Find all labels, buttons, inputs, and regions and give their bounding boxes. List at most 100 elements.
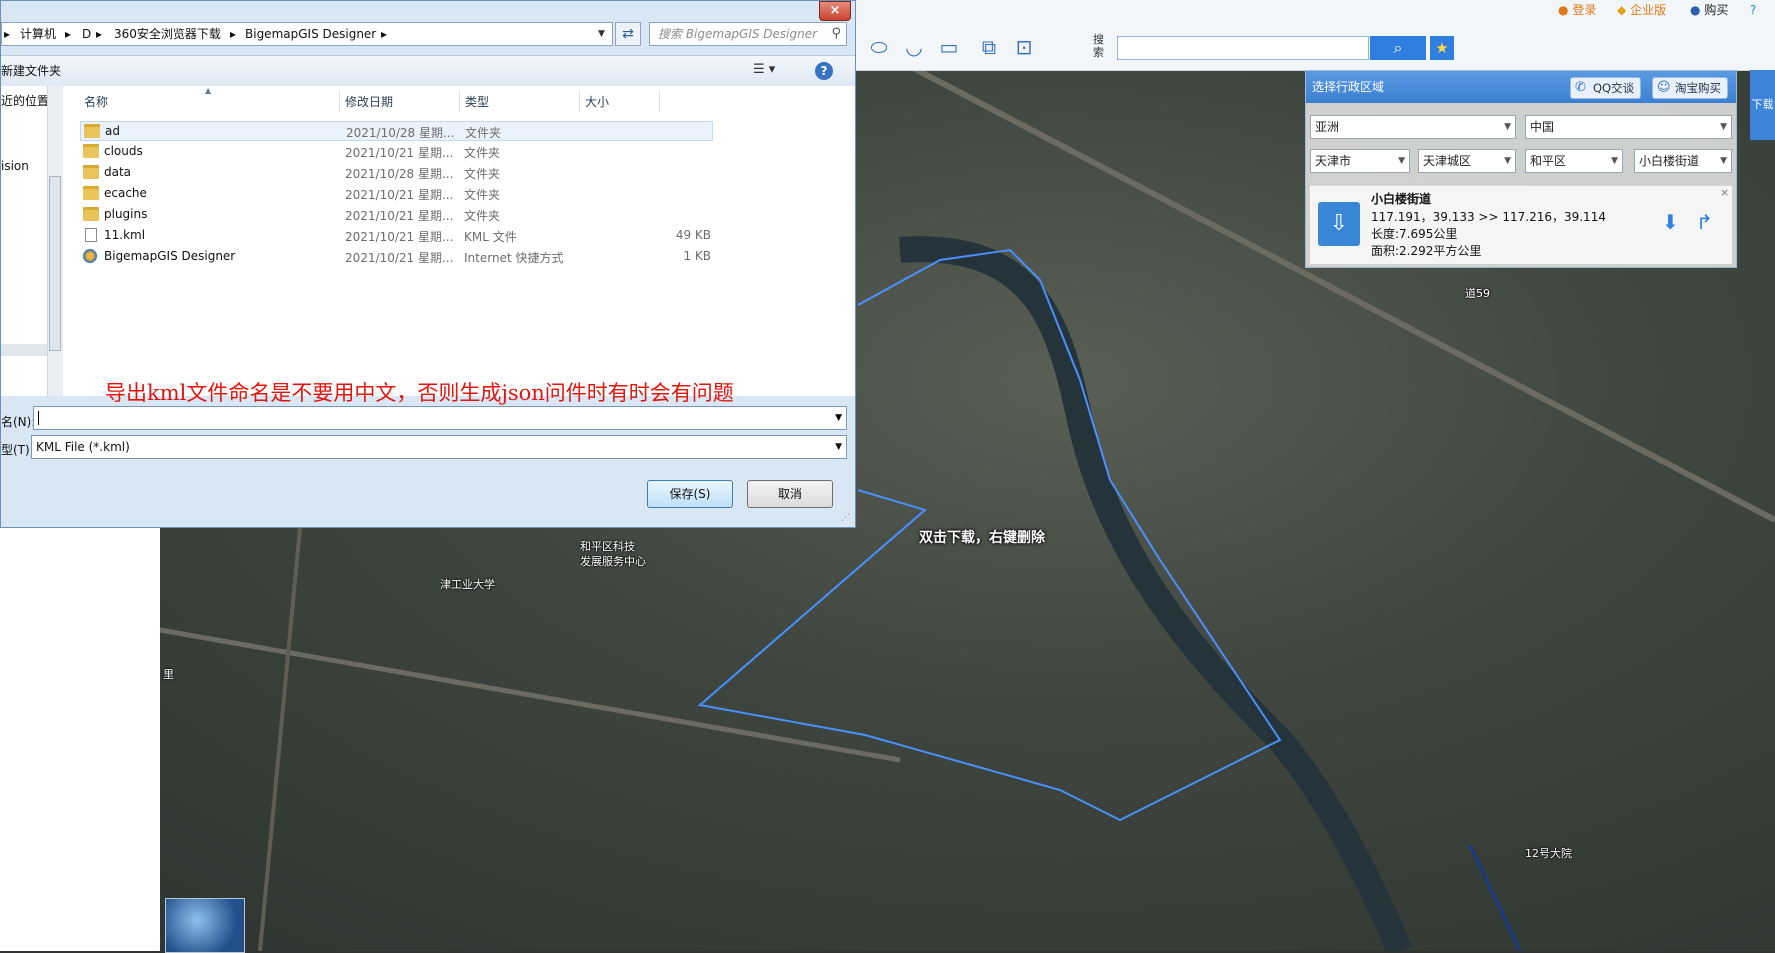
region-area: 面积:2.292平方公里 xyxy=(1371,244,1482,258)
chevron-down-icon: ▼ xyxy=(1720,156,1727,166)
region-name: 小白楼街道 xyxy=(1371,192,1432,206)
column-divider[interactable] xyxy=(339,90,340,112)
help-icon[interactable]: ? xyxy=(815,62,833,80)
dialog-toolbar: 新建文件夹 ☰ ▾ ? xyxy=(1,55,855,87)
draw-ellipse-icon[interactable]: ⬭ xyxy=(865,34,893,60)
country-value: 中国 xyxy=(1530,120,1555,134)
file-row[interactable]: clouds 2021/10/21 星期... 文件夹 xyxy=(80,142,713,162)
district-group-value: 天津城区 xyxy=(1423,154,1472,168)
draw-rectangle-icon[interactable]: ▭ xyxy=(935,34,963,60)
resize-grip[interactable]: ⋰ xyxy=(841,513,850,523)
view-options-icon[interactable]: ☰ ▾ xyxy=(753,62,775,77)
enterprise-link[interactable]: ◆ 企业版 xyxy=(1617,1,1666,19)
login-link[interactable]: ● 登录 xyxy=(1558,1,1596,19)
city-select[interactable]: 天津市 ▼ xyxy=(1310,149,1410,173)
map-label: 津工业大学 xyxy=(440,578,495,591)
continent-value: 亚洲 xyxy=(1315,120,1340,134)
file-row[interactable]: data 2021/10/28 星期... 文件夹 xyxy=(80,163,713,183)
breadcrumb-item[interactable]: 计算机 xyxy=(20,23,56,45)
file-date: 2021/10/21 星期... xyxy=(345,230,454,244)
filename-label: 名(N): xyxy=(1,415,36,429)
folder-icon xyxy=(83,186,99,200)
taobao-buy-button[interactable]: ☺ 淘宝购买 xyxy=(1652,77,1728,99)
help-icon[interactable]: ? xyxy=(1750,1,1756,19)
nav-scrollbar-thumb[interactable] xyxy=(49,176,61,351)
download-side-tab[interactable]: 下载 xyxy=(1750,70,1775,140)
file-row[interactable]: plugins 2021/10/21 星期... 文件夹 xyxy=(80,205,713,225)
refresh-button[interactable]: ⇄ xyxy=(615,22,641,46)
file-name: ad xyxy=(105,124,120,138)
breadcrumb-separator: ▸ xyxy=(230,27,237,41)
cancel-button[interactable]: 取消 xyxy=(747,480,833,508)
navigation-pane: 近的位置 ision xyxy=(1,86,49,396)
file-row[interactable]: ecache 2021/10/21 星期... 文件夹 xyxy=(80,184,713,204)
file-name: BigemapGIS Designer xyxy=(104,249,236,263)
column-divider[interactable] xyxy=(579,90,580,112)
map-label: 发展服务中心 xyxy=(580,555,646,568)
nav-item-recent[interactable]: 近的位置 xyxy=(1,92,49,109)
column-divider[interactable] xyxy=(459,90,460,112)
address-bar[interactable]: ▸ 计算机 ▸ D ▸ 360安全浏览器下载 ▸ BigemapGIS Desi… xyxy=(1,22,613,46)
buy-link[interactable]: ● 购买 xyxy=(1690,1,1728,19)
file-row[interactable]: 11.kml 2021/10/21 星期... KML 文件 49 KB xyxy=(80,226,713,246)
column-header-type[interactable]: 类型 xyxy=(465,93,489,110)
column-header-date[interactable]: 修改日期 xyxy=(345,93,393,110)
admin-panel-header: 选择行政区域 ✆ QQ交谈 ☺ 淘宝购买 xyxy=(1306,71,1736,103)
filename-input[interactable]: ▼ xyxy=(33,406,847,430)
file-date: 2021/10/28 星期... xyxy=(345,167,454,181)
download-folder-icon[interactable]: ⇩ xyxy=(1318,202,1360,246)
search-button[interactable]: ⌕ xyxy=(1370,36,1426,60)
country-select[interactable]: 中国 ▼ xyxy=(1525,115,1732,139)
left-panel-blank xyxy=(0,528,160,951)
qq-chat-button[interactable]: ✆ QQ交谈 xyxy=(1570,77,1642,99)
chevron-down-icon[interactable]: ▼ xyxy=(835,407,842,429)
folder-search-input[interactable]: 搜索 BigemapGIS Designer ⚲ xyxy=(649,22,847,46)
globe-3d-thumbnail[interactable] xyxy=(165,898,245,953)
map-label: 和平区科技 xyxy=(580,540,635,553)
shortcut-icon xyxy=(83,249,97,263)
file-date: 2021/10/21 星期... xyxy=(345,146,454,160)
nav-item-partial[interactable]: ision xyxy=(1,159,29,173)
continent-select[interactable]: 亚洲 ▼ xyxy=(1310,115,1516,139)
warning-annotation: 导出kml文件命名是不要用中文，否则生成json问件时有时会有问题 xyxy=(105,381,734,405)
ruler-icon[interactable]: ⧉ xyxy=(975,34,1003,60)
filetype-select[interactable]: KML File (*.kml) ▼ xyxy=(31,435,847,459)
share-icon[interactable]: ↱ xyxy=(1696,210,1713,234)
admin-panel-title: 选择行政区域 xyxy=(1312,80,1385,94)
favorite-button[interactable]: ★ xyxy=(1430,36,1454,60)
new-folder-button[interactable]: 新建文件夹 xyxy=(1,56,61,86)
file-row[interactable]: BigemapGIS Designer 2021/10/21 星期... Inter… xyxy=(80,247,713,267)
tag-icon[interactable]: ⊡ xyxy=(1010,34,1038,60)
file-row[interactable]: ad 2021/10/28 星期... 文件夹 xyxy=(80,121,713,141)
breadcrumb-item[interactable]: D xyxy=(82,23,91,45)
star-icon: ★ xyxy=(1435,39,1449,57)
column-divider[interactable] xyxy=(659,90,660,112)
taobao-icon: ☺ xyxy=(1657,80,1671,95)
nav-hscroll[interactable] xyxy=(1,344,47,356)
file-name: clouds xyxy=(104,144,143,158)
street-value: 小白楼街道 xyxy=(1639,154,1700,168)
column-header-size[interactable]: 大小 xyxy=(585,93,609,110)
column-header-name[interactable]: 名称 xyxy=(84,93,108,110)
chevron-down-icon[interactable]: ▼ xyxy=(598,23,605,45)
close-icon[interactable]: × xyxy=(1720,186,1729,199)
breadcrumb-item[interactable]: 360安全浏览器下载 xyxy=(114,23,221,45)
download-icon[interactable]: ⬇ xyxy=(1662,210,1679,234)
draw-polygon-icon[interactable]: ◡ xyxy=(900,34,928,60)
breadcrumb-item[interactable]: BigemapGIS Designer xyxy=(245,23,376,45)
qq-icon: ✆ xyxy=(1575,80,1586,95)
search-input[interactable] xyxy=(1117,36,1369,60)
file-type: KML 文件 xyxy=(464,230,517,244)
river xyxy=(899,236,1412,951)
buy-icon: ● xyxy=(1690,3,1701,17)
close-button[interactable]: × xyxy=(819,1,851,21)
chevron-down-icon: ▼ xyxy=(835,442,842,452)
district-group-select[interactable]: 天津城区 ▼ xyxy=(1418,149,1516,173)
save-button[interactable]: 保存(S) xyxy=(647,480,733,508)
district-select[interactable]: 和平区 ▼ xyxy=(1525,149,1623,173)
file-type: 文件夹 xyxy=(464,188,501,202)
street-select[interactable]: 小白楼街道 ▼ xyxy=(1634,149,1732,173)
breadcrumb-separator: ▸ xyxy=(65,27,72,41)
file-type: 文件夹 xyxy=(465,126,502,140)
chevron-down-icon: ▼ xyxy=(1720,122,1727,132)
